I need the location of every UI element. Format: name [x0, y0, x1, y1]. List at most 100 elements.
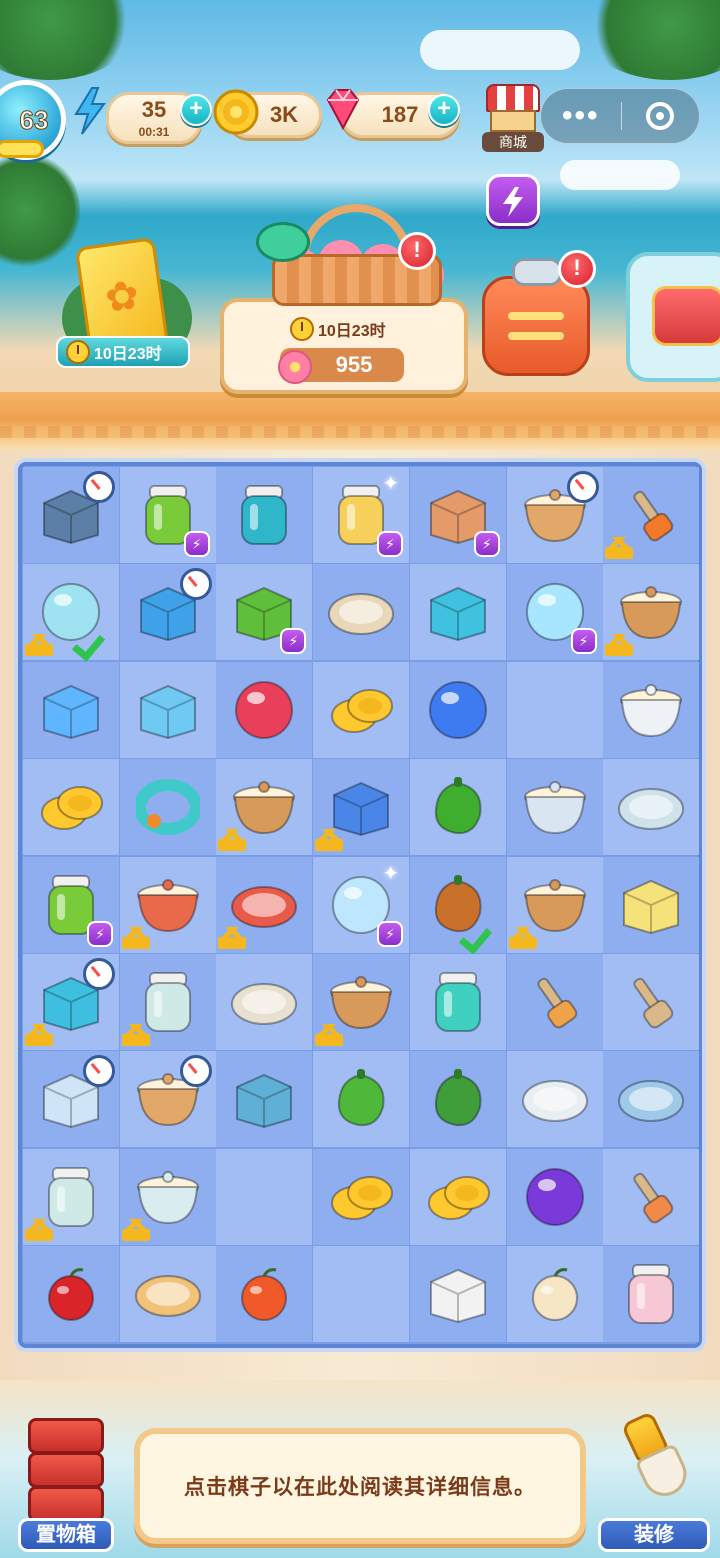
board-cell[interactable] — [603, 661, 700, 758]
fries-icon[interactable] — [420, 577, 496, 647]
board-cell[interactable] — [603, 1051, 700, 1148]
coin-stack-icon[interactable] — [323, 1162, 399, 1232]
board-cell[interactable]: ⚡ — [119, 467, 216, 563]
board-cell[interactable] — [119, 1148, 216, 1245]
decorate-button[interactable]: 装修 — [594, 1410, 720, 1554]
board-cell[interactable]: ⚡ — [23, 856, 119, 953]
board-cell[interactable] — [409, 759, 506, 856]
board-cell[interactable] — [313, 1246, 410, 1343]
infinity-orb-icon[interactable] — [517, 1162, 593, 1232]
board-cell[interactable] — [506, 856, 603, 953]
board-cell[interactable] — [506, 954, 603, 1050]
jam-jar-icon[interactable] — [226, 480, 302, 550]
board-cell[interactable] — [119, 564, 216, 661]
board-cell[interactable] — [119, 1246, 216, 1343]
more-menu-button[interactable]: ••• — [541, 101, 621, 131]
board-cell[interactable] — [23, 564, 119, 661]
board-cell[interactable] — [313, 1148, 410, 1245]
ice-cooler-icon[interactable] — [130, 675, 206, 745]
board-cell[interactable] — [23, 759, 119, 856]
blue-orb-icon[interactable] — [420, 675, 496, 745]
shop-button[interactable]: 商城 — [480, 82, 546, 152]
board-cell[interactable] — [216, 661, 313, 758]
glass-case-icon[interactable] — [226, 1064, 302, 1134]
storage-button[interactable]: 置物箱 — [0, 1408, 130, 1554]
board-cell[interactable] — [506, 1148, 603, 1245]
board-cell[interactable] — [603, 954, 700, 1050]
board-cell[interactable] — [409, 1148, 506, 1245]
add-energy-button[interactable]: + — [180, 94, 212, 126]
board-cell[interactable] — [506, 467, 603, 563]
board-cell[interactable] — [603, 564, 700, 661]
board-cell[interactable] — [506, 1051, 603, 1148]
board-cell[interactable] — [506, 661, 603, 758]
board-cell[interactable] — [216, 1148, 313, 1245]
close-miniprogram-button[interactable] — [622, 102, 700, 130]
board-cell[interactable] — [216, 467, 313, 563]
board-cell[interactable] — [603, 759, 700, 856]
porcelain-bowl-icon[interactable] — [613, 772, 689, 842]
cucumber-icon[interactable] — [420, 1064, 496, 1134]
milk-carton-icon[interactable] — [33, 675, 109, 745]
board-cell[interactable] — [216, 759, 313, 856]
board-cell[interactable] — [119, 759, 216, 856]
board-cell[interactable] — [216, 1051, 313, 1148]
taco-icon[interactable] — [130, 1259, 206, 1329]
icecream-cone-icon[interactable] — [613, 1259, 689, 1329]
mystery-chest-button[interactable] — [626, 252, 720, 382]
teapot-icon[interactable] — [613, 675, 689, 745]
board-cell[interactable] — [313, 661, 410, 758]
board-cell[interactable] — [409, 564, 506, 661]
tea-set-icon[interactable] — [517, 772, 593, 842]
coins-icon[interactable] — [33, 772, 109, 842]
board-cell[interactable] — [409, 856, 506, 953]
board-cell[interactable]: ⚡ — [216, 564, 313, 661]
board-cell[interactable] — [409, 1246, 506, 1343]
coin-icon[interactable] — [420, 1162, 496, 1232]
takeout-box-icon[interactable] — [420, 1259, 496, 1329]
board-cell[interactable] — [313, 759, 410, 856]
board-cell[interactable] — [216, 856, 313, 953]
energy-boost-button[interactable] — [486, 174, 540, 226]
board-cell[interactable] — [119, 954, 216, 1050]
board-cell[interactable] — [603, 467, 700, 563]
blue-plate-icon[interactable] — [613, 1064, 689, 1134]
peach-icon[interactable] — [226, 1259, 302, 1329]
dog-biscuit-icon[interactable] — [613, 1162, 689, 1232]
cheese-pack-icon[interactable] — [613, 870, 689, 940]
frying-pan-icon[interactable] — [323, 577, 399, 647]
board-cell[interactable] — [216, 1246, 313, 1343]
board-cell[interactable] — [23, 467, 119, 563]
coins-icon[interactable] — [323, 675, 399, 745]
green-pepper-icon[interactable] — [420, 772, 496, 842]
board-cell[interactable] — [409, 954, 506, 1050]
board-cell[interactable] — [506, 1246, 603, 1343]
board-cell[interactable] — [119, 856, 216, 953]
chili-peppers-icon[interactable] — [323, 1064, 399, 1134]
board-cell[interactable] — [506, 759, 603, 856]
add-gem-button[interactable]: + — [428, 94, 460, 126]
board-cell[interactable]: ⚡ ✦ — [313, 856, 410, 953]
board-cell[interactable] — [313, 954, 410, 1050]
board-cell[interactable] — [23, 661, 119, 758]
spatula-icon[interactable] — [613, 967, 689, 1037]
board-cell[interactable]: ⚡ — [409, 467, 506, 563]
sauce-bottle-icon[interactable] — [420, 967, 496, 1037]
board-cell[interactable] — [23, 1148, 119, 1245]
dog-biscuits-icon[interactable] — [517, 967, 593, 1037]
board-cell[interactable] — [23, 1051, 119, 1148]
board-cell[interactable] — [119, 1051, 216, 1148]
board-cell[interactable] — [23, 1246, 119, 1343]
board-cell[interactable] — [313, 564, 410, 661]
cream-bun-icon[interactable] — [517, 1259, 593, 1329]
board-cell[interactable] — [603, 856, 700, 953]
board-cell[interactable]: ⚡ — [506, 564, 603, 661]
board-cell[interactable] — [216, 954, 313, 1050]
cherries-icon[interactable] — [33, 1259, 109, 1329]
board-cell[interactable] — [409, 661, 506, 758]
board-cell[interactable]: ⚡ ✦ — [313, 467, 410, 563]
board-cell[interactable] — [603, 1246, 700, 1343]
bento-tray-icon[interactable] — [517, 1064, 593, 1134]
board-cell[interactable] — [119, 661, 216, 758]
red-orb-icon[interactable] — [226, 675, 302, 745]
